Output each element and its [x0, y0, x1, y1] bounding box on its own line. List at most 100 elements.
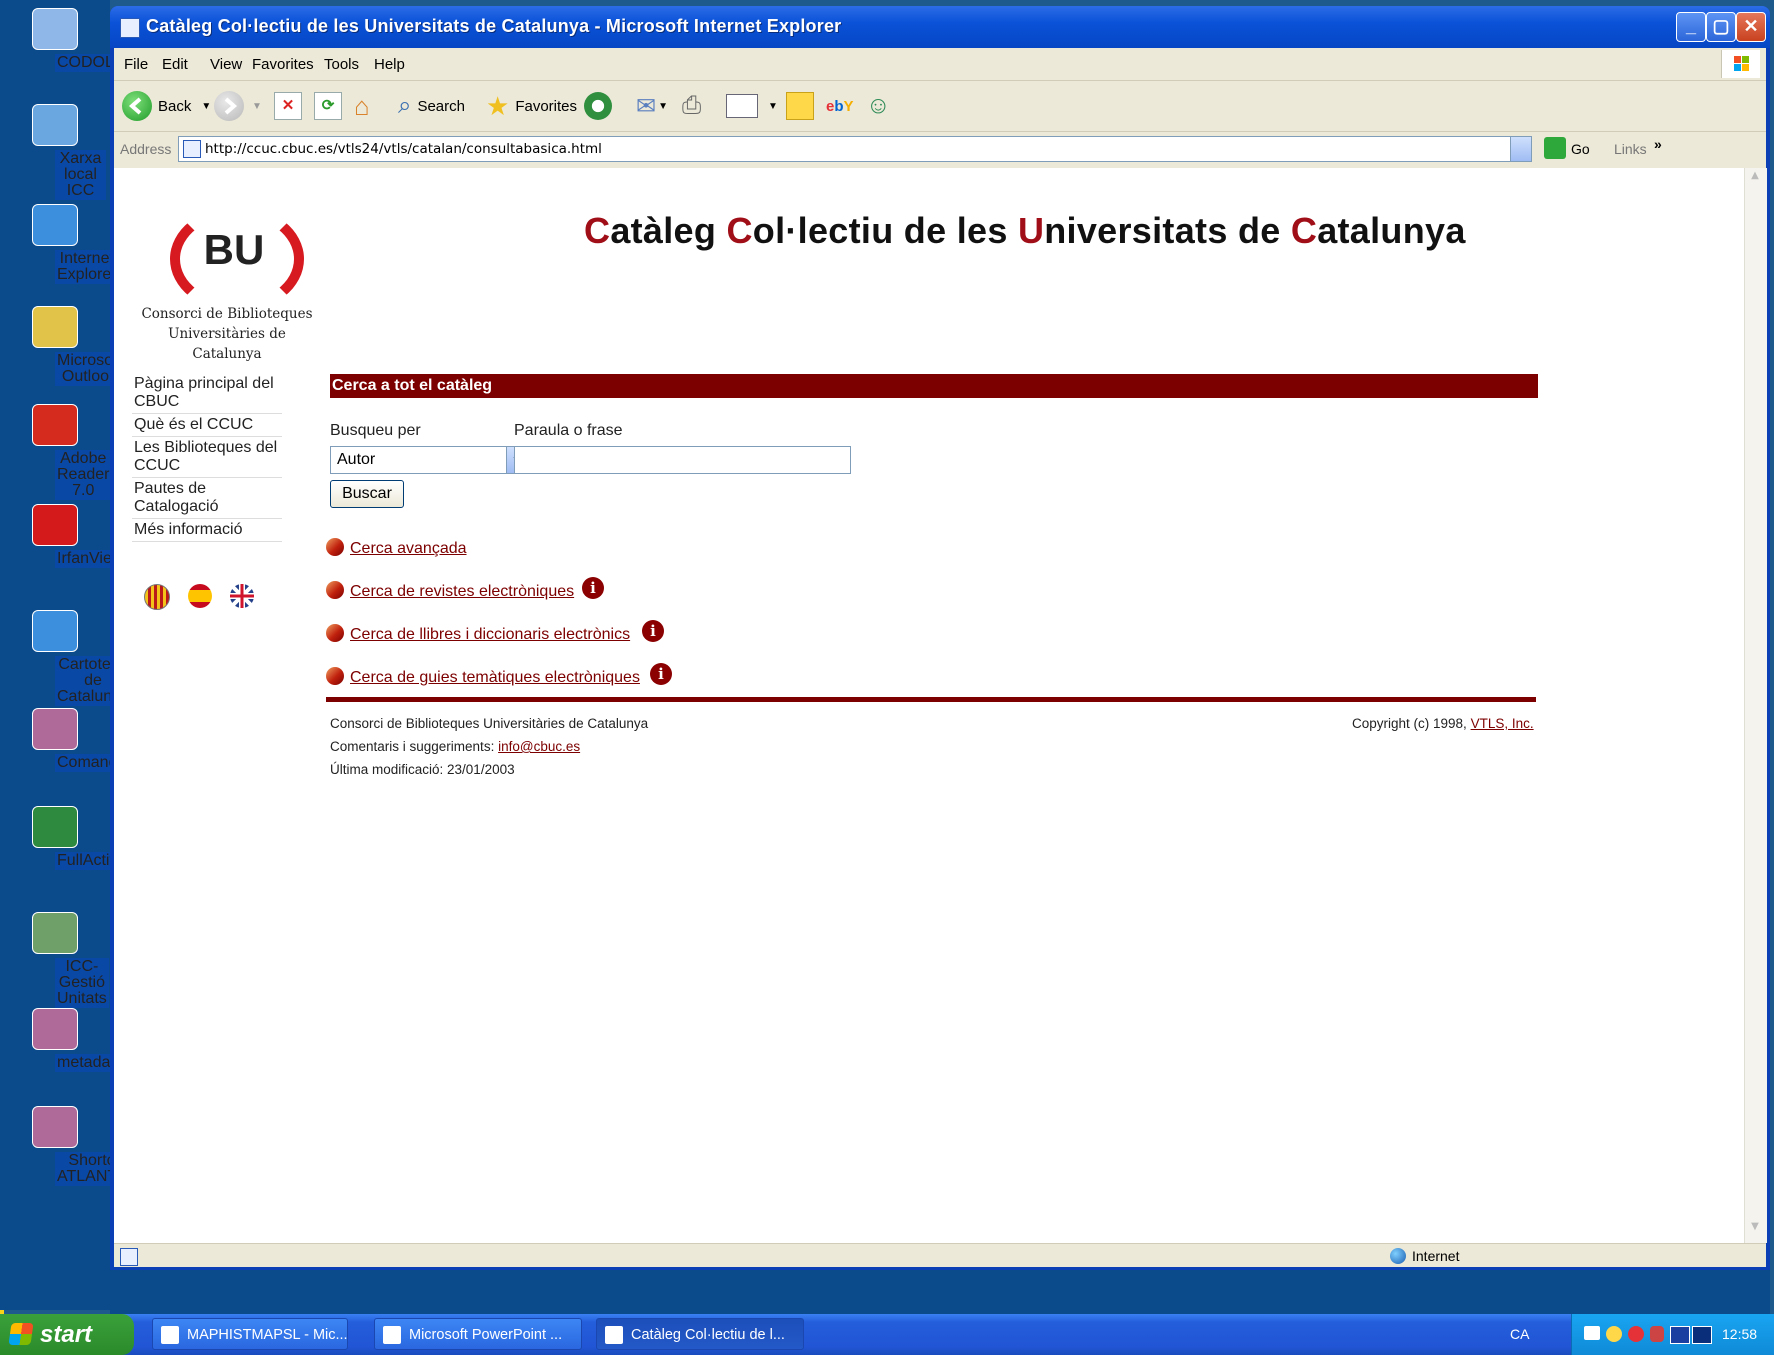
ebay-icon: ebY: [826, 97, 854, 115]
start-button[interactable]: start: [0, 1314, 134, 1355]
mail-button[interactable]: ✉ ▼: [636, 90, 668, 122]
desktop-icon[interactable]: Adobe Reader 7.0: [4, 404, 112, 500]
scroll-down-icon[interactable]: ▼: [1747, 1221, 1763, 1239]
address-input[interactable]: http://ccuc.cbuc.es/vtls24/vtls/catalan/…: [178, 136, 1532, 162]
search-field-select[interactable]: Autor ▼: [330, 446, 528, 474]
close-button[interactable]: ✕: [1736, 12, 1766, 42]
ie-window: Catàleg Col·lectiu de les Universitats d…: [110, 6, 1770, 1270]
address-dropdown-icon[interactable]: [1510, 137, 1531, 161]
scroll-up-icon[interactable]: ▲: [1747, 170, 1763, 188]
minimize-button[interactable]: _: [1676, 12, 1706, 42]
back-button[interactable]: Back ▼: [122, 90, 211, 122]
back-dropdown-icon[interactable]: ▼: [201, 101, 211, 112]
stop-button[interactable]: ✕: [274, 90, 302, 122]
page-status-icon: [120, 1248, 138, 1266]
desktop-icon[interactable]: ICC-Gestió Unitats: [4, 912, 109, 1008]
catalan-flag-icon[interactable]: [144, 584, 170, 610]
spanish-flag-icon[interactable]: [188, 584, 212, 608]
vtls-link[interactable]: VTLS, Inc.: [1471, 716, 1534, 731]
desktop-icon[interactable]: metadadesc...: [4, 1008, 160, 1072]
footer-comments-label: Comentaris i suggeriments:: [330, 739, 495, 754]
heading-initial: C: [726, 210, 753, 251]
print-icon: ⎙: [682, 92, 702, 119]
start-label: start: [40, 1321, 93, 1348]
menu-file[interactable]: File: [124, 56, 148, 73]
heading-text: niversitats de: [1044, 210, 1291, 251]
back-arrow-icon: [122, 91, 152, 121]
search-phrase-input[interactable]: [514, 446, 851, 474]
refresh-button[interactable]: ⟳: [314, 90, 342, 122]
forward-button[interactable]: ▼: [214, 90, 262, 122]
irfanview-icon: [32, 504, 78, 546]
desktop-icon[interactable]: Shortcut to ATLANTIDA...: [4, 1106, 160, 1186]
ebay-button[interactable]: ebY: [826, 90, 854, 122]
desktop-icon[interactable]: FullActivitat...: [4, 806, 155, 870]
favorites-button[interactable]: ★ Favorites: [486, 90, 577, 122]
task-powerpoint[interactable]: Microsoft PowerPoint ...: [374, 1318, 582, 1350]
task-label: Microsoft PowerPoint ...: [409, 1327, 563, 1343]
bullet-icon: [326, 667, 344, 685]
star-icon: ★: [486, 90, 510, 121]
mail-tray-icon[interactable]: [1584, 1326, 1600, 1340]
print-button[interactable]: ⎙: [682, 90, 701, 122]
tray-icon[interactable]: [1606, 1326, 1622, 1342]
home-button[interactable]: ⌂: [354, 90, 370, 122]
antivirus-icon[interactable]: [1628, 1326, 1644, 1342]
desktop-icon[interactable]: CODOLS: [4, 8, 127, 72]
desktop-icon[interactable]: IrfanView: [4, 504, 126, 568]
pdf-icon: [32, 404, 78, 446]
links-label[interactable]: Links: [1614, 141, 1647, 157]
history-button[interactable]: [584, 90, 612, 122]
info-icon[interactable]: i: [582, 577, 604, 599]
vertical-scrollbar[interactable]: ▲ ▼: [1744, 168, 1767, 1243]
toolbar: Back ▼ ▼ ✕ ⟳ ⌂ ⌕ Search ★ Favorites ✉ ▼ …: [114, 81, 1766, 132]
menu-tools[interactable]: Tools: [324, 56, 359, 73]
menu-view[interactable]: View: [210, 56, 242, 73]
nav-link-biblioteques[interactable]: Les Biblioteques del CCUC: [132, 437, 282, 478]
title-bar[interactable]: Catàleg Col·lectiu de les Universitats d…: [110, 6, 1770, 48]
desktop-icon[interactable]: Internet Explorer: [4, 204, 119, 284]
task-ie-cataleg[interactable]: Catàleg Col·lectiu de l...: [596, 1318, 804, 1350]
search-button[interactable]: ⌕ Search: [398, 90, 465, 122]
desktop-icon[interactable]: Cartoteca de Catalunya: [4, 610, 132, 706]
media-icon[interactable]: [1692, 1326, 1712, 1344]
page-heading: Catàleg Col·lectiu de les Universitats d…: [584, 210, 1466, 252]
desktop-icon-label: Xarxa local ICC: [55, 150, 106, 200]
nav-link-mes-informacio[interactable]: Més informació: [132, 519, 282, 542]
info-icon[interactable]: i: [642, 620, 664, 642]
search-by-label: Busqueu per: [330, 422, 421, 439]
uk-flag-icon[interactable]: [228, 582, 256, 610]
history-icon: [584, 92, 612, 120]
desktop-icon[interactable]: Comandes_...: [4, 708, 159, 772]
link-ebooks-search[interactable]: Cerca de llibres i diccionaris electròni…: [350, 626, 630, 644]
footer-divider: [326, 697, 1536, 702]
link-guides-search[interactable]: Cerca de guies temàtiques electròniques: [350, 669, 640, 687]
edit-dropdown-icon: ▼: [768, 100, 778, 112]
nav-link-pautes[interactable]: Pautes de Catalogació: [132, 478, 282, 519]
edit-button[interactable]: ▼: [726, 90, 778, 122]
nav-link-que-es-ccuc[interactable]: Què és el CCUC: [132, 414, 282, 437]
search-submit-button[interactable]: Buscar: [330, 480, 404, 508]
notes-button[interactable]: [786, 90, 814, 122]
menu-edit[interactable]: Edit: [162, 56, 188, 73]
menu-help[interactable]: Help: [374, 56, 405, 73]
task-maphistmapsl[interactable]: MAPHISTMAPSL - Mic...: [152, 1318, 348, 1350]
link-ejournals-search[interactable]: Cerca de revistes electròniques: [350, 583, 574, 601]
maximize-button[interactable]: ▢: [1706, 12, 1736, 42]
messenger-icon: ☺: [866, 92, 891, 119]
footer-email-link[interactable]: info@cbuc.es: [498, 739, 580, 754]
taskbar: start MAPHISTMAPSL - Mic... Microsoft Po…: [0, 1314, 1774, 1355]
desktop-icon[interactable]: Microsoft Outlook: [4, 306, 124, 386]
monitor-icon[interactable]: [1670, 1326, 1690, 1344]
messenger-button[interactable]: ☺: [866, 90, 891, 122]
go-button[interactable]: Go: [1571, 141, 1590, 157]
info-icon[interactable]: i: [650, 663, 672, 685]
links-chevron-icon[interactable]: »: [1654, 136, 1662, 152]
go-arrow-icon[interactable]: [1544, 137, 1566, 159]
shield-icon[interactable]: [1650, 1326, 1664, 1342]
language-indicator[interactable]: CA: [1510, 1326, 1529, 1342]
desktop-icon[interactable]: Xarxa local ICC: [4, 104, 106, 200]
menu-favorites[interactable]: Favorites: [252, 56, 314, 73]
nav-link-cbuc-home[interactable]: Pàgina principal del CBUC: [132, 373, 282, 414]
link-advanced-search[interactable]: Cerca avançada: [350, 540, 467, 558]
